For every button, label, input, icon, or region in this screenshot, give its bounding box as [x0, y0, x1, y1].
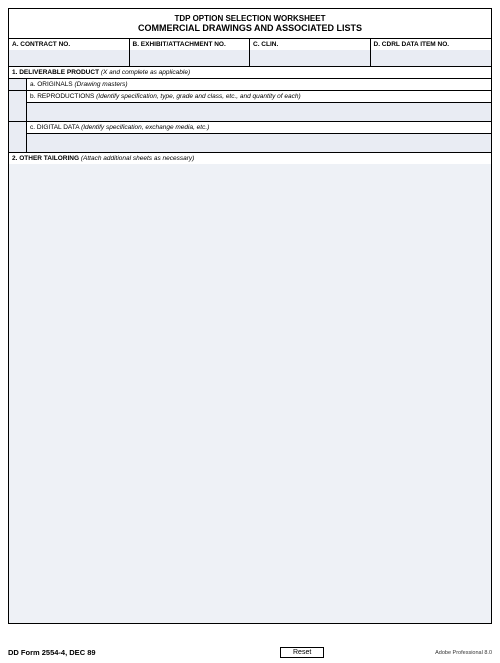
section-1-label: 1. DELIVERABLE PRODUCT: [12, 69, 99, 76]
section-2[interactable]: 2. OTHER TAILORING (Attach additional sh…: [9, 153, 491, 623]
label-1b-text: b. REPRODUCTIONS: [30, 93, 94, 100]
label-1a-hint: (Drawing masters): [74, 81, 127, 88]
row-1b: b. REPRODUCTIONS (Identify specification…: [9, 91, 491, 122]
form-id: DD Form 2554-4, DEC 89: [8, 648, 96, 657]
section-2-title: 2. OTHER TAILORING (Attach additional sh…: [9, 153, 491, 164]
input-1b[interactable]: [27, 103, 491, 121]
label-1c: c. DIGITAL DATA (Identify specification,…: [27, 122, 491, 134]
reset-button[interactable]: Reset: [280, 647, 324, 658]
row-1a: a. ORIGINALS (Drawing masters): [9, 79, 491, 91]
checkbox-1b[interactable]: [9, 91, 27, 121]
label-1b: b. REPRODUCTIONS (Identify specification…: [27, 91, 491, 103]
field-exhibit-attachment-no[interactable]: B. EXHIBIT/ATTACHMENT NO.: [130, 39, 251, 66]
form-header: TDP OPTION SELECTION WORKSHEET COMMERCIA…: [9, 9, 491, 39]
section-1-hint: (X and complete as applicable): [101, 69, 190, 76]
row-abcd: A. CONTRACT NO. B. EXHIBIT/ATTACHMENT NO…: [9, 39, 491, 67]
label-1a-text: a. ORIGINALS: [30, 81, 73, 88]
input-1c[interactable]: [27, 134, 491, 152]
footer: DD Form 2554-4, DEC 89 Reset Adobe Profe…: [8, 648, 492, 657]
section-2-hint: (Attach additional sheets as necessary): [81, 155, 194, 162]
row-1c: c. DIGITAL DATA (Identify specification,…: [9, 122, 491, 153]
label-1c-text: c. DIGITAL DATA: [30, 124, 79, 131]
section-2-label: 2. OTHER TAILORING: [12, 155, 79, 162]
field-contract-no[interactable]: A. CONTRACT NO.: [9, 39, 130, 66]
checkbox-1a[interactable]: [9, 79, 27, 90]
field-cdrl-data-item-no[interactable]: D. CDRL DATA ITEM NO.: [371, 39, 492, 66]
checkbox-1c[interactable]: [9, 122, 27, 152]
label-1c-hint: (Identify specification, exchange media,…: [81, 124, 209, 131]
header-title-2: COMMERCIAL DRAWINGS AND ASSOCIATED LISTS: [9, 23, 491, 33]
header-title-1: TDP OPTION SELECTION WORKSHEET: [9, 14, 491, 23]
section-1-title: 1. DELIVERABLE PRODUCT (X and complete a…: [9, 67, 491, 79]
label-1a: a. ORIGINALS (Drawing masters): [27, 79, 491, 90]
form-page: TDP OPTION SELECTION WORKSHEET COMMERCIA…: [8, 8, 492, 624]
field-clin[interactable]: C. CLIN.: [250, 39, 371, 66]
label-1b-hint: (Identify specification, type, grade and…: [96, 93, 301, 100]
